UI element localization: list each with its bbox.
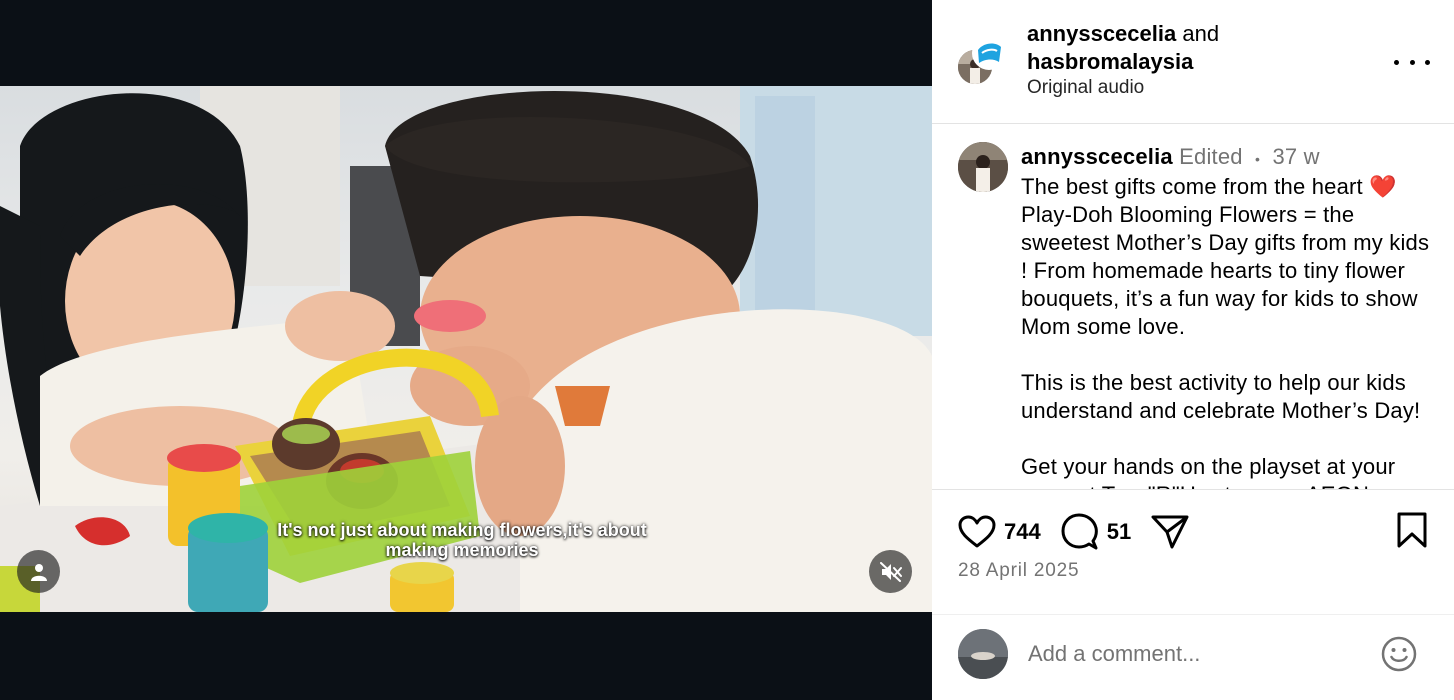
comment-button[interactable] [1061, 513, 1099, 551]
collab-avatars[interactable] [956, 36, 1008, 90]
paper-plane-icon [1151, 515, 1189, 549]
caption-body: annysscecelia Edited • 37 w The best gif… [1021, 143, 1436, 489]
avatar-hasbromalaysia[interactable] [972, 36, 1006, 70]
caption-username[interactable]: annysscecelia [1021, 144, 1173, 169]
action-bar: 744 51 [958, 512, 1189, 552]
comment-input[interactable] [1028, 637, 1358, 671]
avatar-photo [958, 629, 1008, 679]
post-authors: annysscecelia and hasbromalaysia [1027, 20, 1219, 76]
like-count[interactable]: 744 [1004, 519, 1041, 545]
add-comment-row [932, 614, 1454, 700]
more-dot [1409, 59, 1415, 65]
hasbro-logo [974, 38, 1004, 68]
caption-section[interactable]: annysscecelia Edited • 37 w The best gif… [932, 124, 1454, 489]
post-date[interactable]: 28 April 2025 [958, 560, 1079, 582]
current-user-avatar[interactable] [958, 629, 1008, 679]
author-link-annysscecelia[interactable]: annysscecelia [1027, 21, 1176, 46]
edited-label: Edited [1179, 144, 1243, 169]
comment-bubble-icon [1061, 513, 1098, 550]
heart-icon [958, 515, 996, 548]
smiley-icon [1381, 636, 1417, 672]
person-icon [30, 563, 47, 581]
actions-section: 744 51 28 April 2025 [932, 489, 1454, 700]
author-link-hasbromalaysia[interactable]: hasbromalaysia [1027, 49, 1193, 74]
more-dot [1425, 59, 1430, 65]
post-side-panel: annysscecelia and hasbromalaysia Origina… [932, 0, 1454, 700]
authors-joiner: and [1182, 21, 1220, 46]
emoji-button[interactable] [1381, 636, 1417, 677]
like-button[interactable] [958, 515, 996, 549]
save-button[interactable] [1396, 512, 1428, 553]
avatar-photo [958, 142, 1008, 192]
caption-text: The best gifts come from the heart ❤️ Pl… [1021, 174, 1430, 489]
video-subtitle: It's not just about making flowers,it's … [277, 520, 647, 560]
post-header: annysscecelia and hasbromalaysia Origina… [932, 0, 1454, 124]
caption-header: annysscecelia Edited • 37 w [1021, 143, 1436, 173]
post-age[interactable]: 37 w [1272, 144, 1319, 169]
comment-count[interactable]: 51 [1107, 519, 1131, 545]
video-player[interactable]: It's not just about making flowers,it's … [0, 0, 932, 700]
mute-toggle-button[interactable] [869, 550, 912, 593]
more-dots-icon [1394, 59, 1399, 65]
bookmark-icon [1397, 512, 1427, 548]
caption-avatar[interactable] [958, 142, 1008, 192]
share-button[interactable] [1151, 514, 1189, 550]
more-options-button[interactable] [1394, 50, 1430, 74]
meta-separator: • [1255, 151, 1261, 167]
audio-link[interactable]: Original audio [1027, 77, 1144, 99]
muted-speaker-icon [879, 561, 902, 582]
video-frame[interactable]: It's not just about making flowers,it's … [0, 86, 932, 612]
tagged-users-button[interactable] [17, 550, 60, 593]
